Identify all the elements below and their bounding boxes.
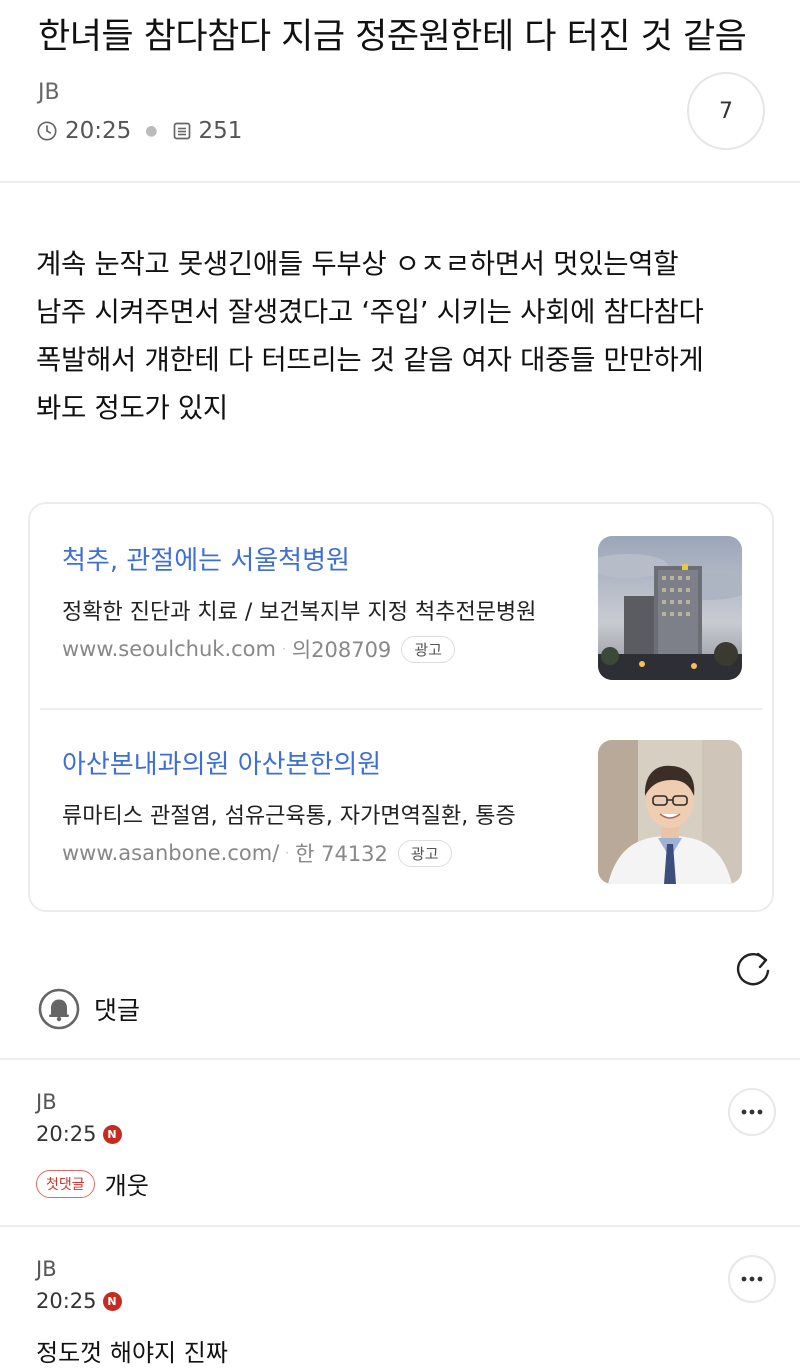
url-separator: · (285, 846, 290, 860)
ad-description: 정확한 진단과 치료 / 보건복지부 지정 척추전문병원 (62, 600, 537, 625)
first-comment-badge: 첫댓글 (36, 1169, 95, 1198)
comment-item: JB 20:25 N 첫댓글 개웃 (0, 1060, 800, 1226)
comment-author[interactable]: JB (36, 1090, 57, 1114)
ad-thumbnail-doctor[interactable] (598, 740, 742, 884)
post-body-line: 계속 눈작고 못생긴애들 두부상 ㅇㅈㄹ하면서 멋있는역할 (36, 248, 679, 280)
post-meta: 20:25 ● 251 (36, 118, 242, 144)
ad-thumbnail-building[interactable] (598, 536, 742, 680)
ad-badge: 광고 (401, 635, 455, 663)
post-title: 한녀들 참다참다 지금 정준원한테 다 터진 것 같음 (38, 17, 747, 57)
comment-body: 첫댓글 개웃 (36, 1166, 149, 1201)
bell-icon[interactable] (38, 988, 80, 1030)
post-body-line: 남주 시켜주면서 잘생겼다고 ‘주입’ 시키는 사회에 참다참다 (36, 296, 704, 328)
comment-item: JB 20:25 N 정도껏 해야지 진짜 (0, 1227, 800, 1369)
more-icon (741, 1276, 763, 1282)
divider (0, 181, 800, 183)
ad-code: 한 74132 (295, 842, 388, 866)
comment-text: 개웃 (104, 1172, 149, 1200)
ad-title[interactable]: 척추, 관절에는 서울척병원 (62, 540, 350, 577)
comment-time: 20:25 N (36, 1122, 122, 1146)
ad-item-asanbone[interactable]: 아산본내과의원 아산본한의원 류마티스 관절염, 섬유근육통, 자가면역질환, … (30, 708, 772, 908)
new-badge: N (102, 1291, 122, 1311)
comment-count-button[interactable]: 7 (687, 72, 765, 150)
comment-timestamp: 20:25 (36, 1289, 97, 1313)
more-button[interactable] (728, 1255, 776, 1303)
comments-label: 댓글 (94, 996, 141, 1025)
more-button[interactable] (728, 1088, 776, 1136)
ad-item-seoulchuk[interactable]: 척추, 관절에는 서울척병원 정확한 진단과 치료 / 보건복지부 지정 척추전… (30, 504, 772, 704)
refresh-icon[interactable] (732, 948, 774, 990)
comment-time: 20:25 N (36, 1289, 122, 1313)
post-views: 251 (198, 118, 243, 144)
post-body-line: 봐도 정도가 있지 (36, 392, 228, 424)
post-author[interactable]: JB (38, 80, 60, 105)
comment-author[interactable]: JB (36, 1257, 57, 1281)
ad-url: www.asanbone.com/ (62, 841, 280, 865)
comment-body: 정도껏 해야지 진짜 (36, 1333, 228, 1368)
comment-timestamp: 20:25 (36, 1122, 97, 1146)
ad-code: 의208709 (291, 638, 392, 662)
url-separator: · (281, 642, 286, 656)
post-body: 계속 눈작고 못생긴애들 두부상 ㅇㅈㄹ하면서 멋있는역할 남주 시켜주면서 잘… (36, 240, 776, 432)
ad-title[interactable]: 아산본내과의원 아산본한의원 (62, 744, 381, 781)
ad-badge: 광고 (397, 839, 452, 867)
new-badge: N (102, 1124, 122, 1144)
comments-header[interactable]: 댓글 (38, 988, 140, 1030)
comment-text: 정도껏 해야지 진짜 (36, 1339, 228, 1367)
meta-separator: ● (145, 123, 158, 139)
post-time: 20:25 (65, 118, 132, 144)
clock-icon (37, 121, 57, 141)
document-icon (173, 122, 190, 140)
ad-url-line: www.asanbone.com/ · 한 74132 광고 (62, 838, 452, 868)
ad-box: 척추, 관절에는 서울척병원 정확한 진단과 치료 / 보건복지부 지정 척추전… (28, 502, 774, 912)
post-body-line: 폭발해서 걔한테 다 터뜨리는 것 같음 여자 대중들 만만하게 (36, 344, 704, 376)
ad-description: 류마티스 관절염, 섬유근육통, 자가면역질환, 통증 (62, 804, 516, 829)
more-icon (741, 1109, 763, 1115)
ad-url-line: www.seoulchuk.com · 의208709 광고 (62, 634, 455, 664)
ad-url: www.seoulchuk.com (62, 637, 276, 661)
